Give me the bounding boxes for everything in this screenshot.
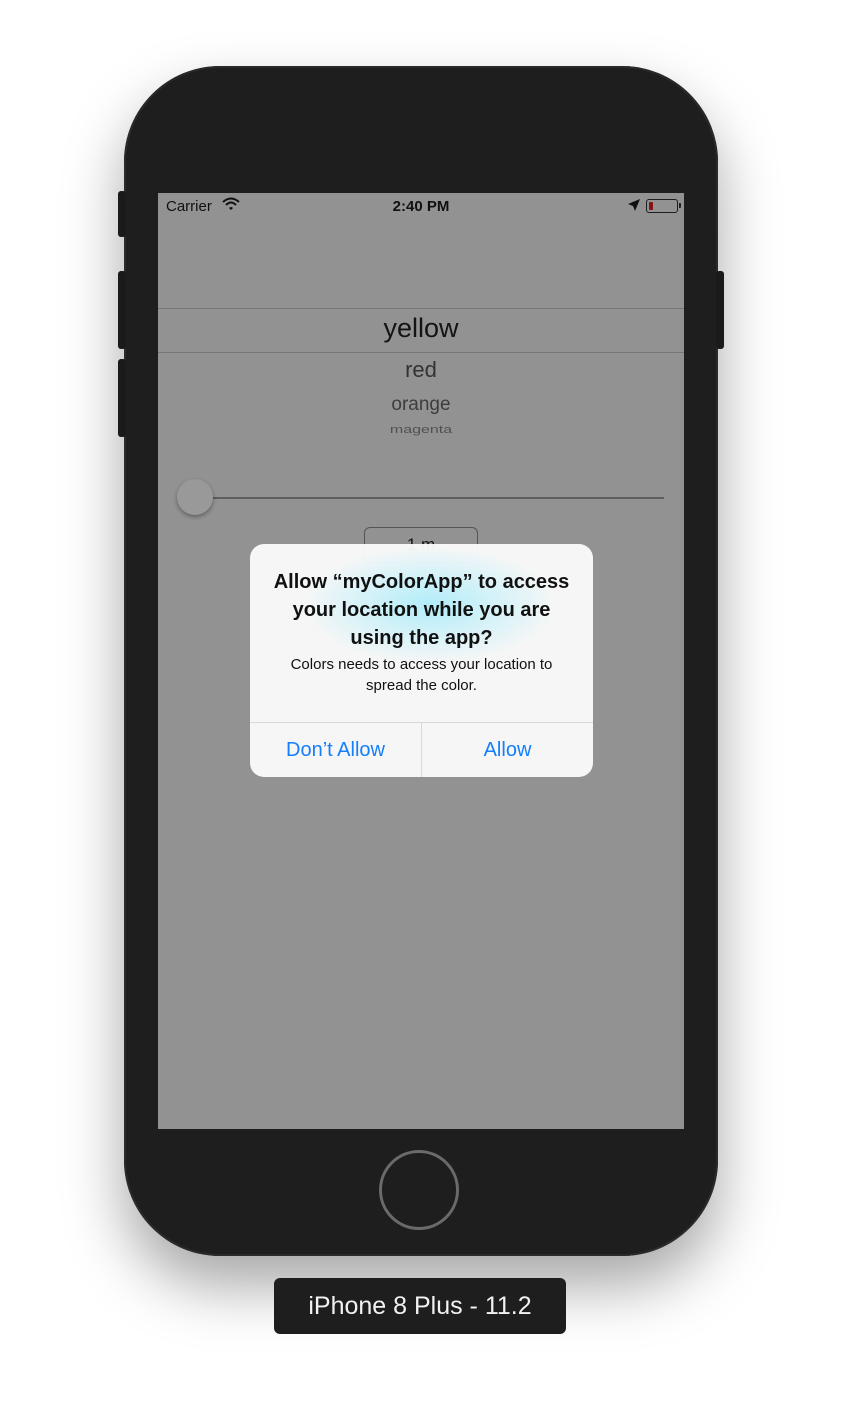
allow-button[interactable]: Allow bbox=[422, 723, 593, 777]
device-label: iPhone 8 Plus - 11.2 bbox=[274, 1278, 566, 1334]
phone-screen: Carrier 2:40 PM yellow red orange magent… bbox=[158, 193, 684, 1129]
dont-allow-button[interactable]: Don’t Allow bbox=[250, 723, 421, 777]
location-permission-alert: Allow “myColorApp” to access your locati… bbox=[250, 544, 593, 777]
mute-switch bbox=[118, 191, 126, 237]
home-button[interactable] bbox=[379, 1150, 459, 1230]
power-button bbox=[716, 271, 724, 349]
alert-title: Allow “myColorApp” to access your locati… bbox=[273, 571, 570, 649]
alert-message: Colors needs to access your location to … bbox=[290, 656, 553, 694]
volume-down-button bbox=[118, 359, 126, 437]
volume-up-button bbox=[118, 271, 126, 349]
